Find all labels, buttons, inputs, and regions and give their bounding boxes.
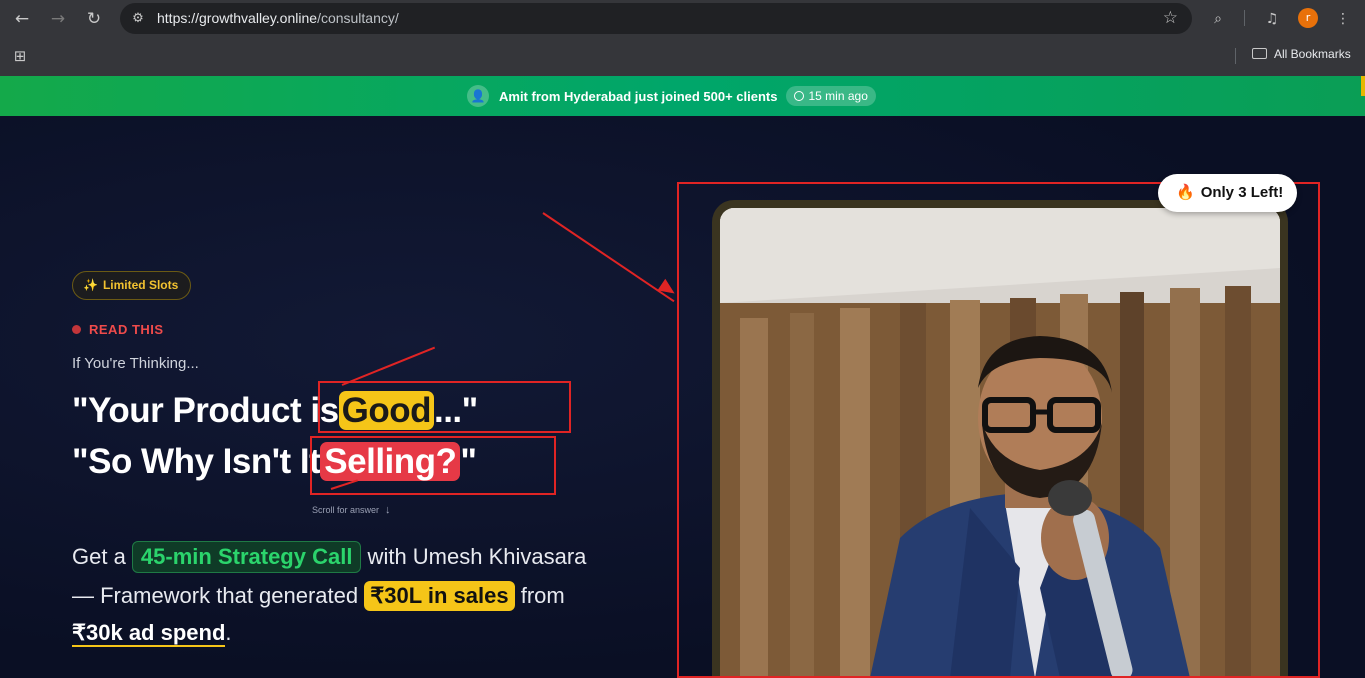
user-icon: 👤 xyxy=(467,85,489,107)
social-proof-text: Amit from Hyderabad just joined 500+ cli… xyxy=(499,89,778,104)
offer-line-2-pre: — Framework that generated xyxy=(72,583,365,608)
clock-icon xyxy=(793,91,804,101)
joined-name: Amit xyxy=(499,88,528,104)
read-this-eyebrow: READ THIS xyxy=(72,322,164,337)
social-proof-bar: 👤 Amit from Hyderabad just joined 500+ c… xyxy=(0,76,1365,116)
strategy-call-pill: 45-min Strategy Call xyxy=(131,541,362,573)
address-bar[interactable]: ⚙ https://growthvalley.online/consultanc… xyxy=(120,3,1192,34)
fire-icon: 🔥 xyxy=(1176,184,1195,201)
arrow-down-icon: ↓ xyxy=(385,504,391,516)
scrollbar-marker xyxy=(1361,76,1365,96)
offer-line-2-post: from xyxy=(514,583,565,608)
scroll-hint-label: Scroll for answer xyxy=(312,505,380,515)
menu-kebab-icon[interactable]: ⋮ xyxy=(1330,6,1356,32)
folder-icon xyxy=(1252,48,1267,59)
url-text[interactable]: https://growthvalley.online/consultancy/ xyxy=(157,10,399,26)
joined-text: from Hyderabad just joined 500+ clients xyxy=(527,88,778,104)
offer-pre: Get a xyxy=(72,544,132,569)
annotation-box-good xyxy=(318,381,571,433)
scarcity-label: Only 3 Left! xyxy=(1200,184,1284,201)
bookmarks-divider xyxy=(1235,48,1236,64)
hero-section: ✨ Limited Slots READ THIS If You're Think… xyxy=(0,116,1365,678)
browser-chrome: ← → ↻ ⚙ https://growthvalley.online/cons… xyxy=(0,0,1365,76)
bookmark-star-icon[interactable]: ☆ xyxy=(1163,8,1178,28)
all-bookmarks-button[interactable]: All Bookmarks xyxy=(1252,47,1351,61)
browser-toolbar: ← → ↻ ⚙ https://growthvalley.online/cons… xyxy=(0,0,1365,38)
apps-grid-icon[interactable]: ⊞ xyxy=(10,46,30,66)
offer-line-3-post: . xyxy=(225,620,232,645)
annotation-box-photo xyxy=(677,182,1320,678)
toolbar-divider xyxy=(1244,10,1245,26)
time-badge: 15 min ago xyxy=(785,86,876,106)
social-proof-content: 👤 Amit from Hyderabad just joined 500+ c… xyxy=(467,84,876,108)
reload-icon[interactable]: ↻ xyxy=(81,6,107,32)
sparkle-icon: ✨ xyxy=(83,278,98,292)
offer-line-1: Get a 45-min Strategy Call with Umesh Kh… xyxy=(72,541,672,573)
intro-text: If You're Thinking... xyxy=(72,355,199,372)
time-text: 15 min ago xyxy=(808,89,868,103)
forward-icon[interactable]: → xyxy=(45,6,71,32)
red-dot-icon xyxy=(72,325,81,334)
page-search-icon[interactable]: ⌕ xyxy=(1205,6,1231,32)
profile-avatar[interactable]: r xyxy=(1298,8,1318,28)
url-domain: https://growthvalley.online xyxy=(157,10,318,26)
annotation-box-selling xyxy=(310,436,556,495)
limited-slots-badge: ✨ Limited Slots xyxy=(72,271,192,300)
headline-1-text: "Your Product is xyxy=(72,391,339,430)
offer-mid: with Umesh Khivasara xyxy=(361,544,587,569)
bookmarks-bar: ⊞ All Bookmarks xyxy=(0,38,1365,76)
scroll-hint[interactable]: Scroll for answer ↓ xyxy=(312,504,391,516)
sales-pill: ₹30L in sales xyxy=(364,581,515,611)
scarcity-badge: 🔥 Only 3 Left! xyxy=(1158,174,1298,212)
media-control-icon[interactable]: ♫ xyxy=(1259,6,1285,32)
annotation-arrow-line xyxy=(542,212,675,303)
ad-spend-text: ₹30k ad spend xyxy=(72,620,226,647)
back-icon[interactable]: ← xyxy=(9,6,35,32)
headline-2-text: "So Why Isn't It xyxy=(72,442,321,481)
eyebrow-label: READ THIS xyxy=(89,322,164,337)
badge-label: Limited Slots xyxy=(102,278,179,292)
url-path: /consultancy/ xyxy=(317,10,399,26)
site-info-icon[interactable]: ⚙ xyxy=(128,9,148,29)
offer-line-3: ₹30k ad spend. xyxy=(72,620,672,647)
offer-line-2: — Framework that generated ₹30L in sales… xyxy=(72,581,672,611)
annotation-arrowhead xyxy=(657,278,679,300)
all-bookmarks-label: All Bookmarks xyxy=(1274,47,1351,61)
